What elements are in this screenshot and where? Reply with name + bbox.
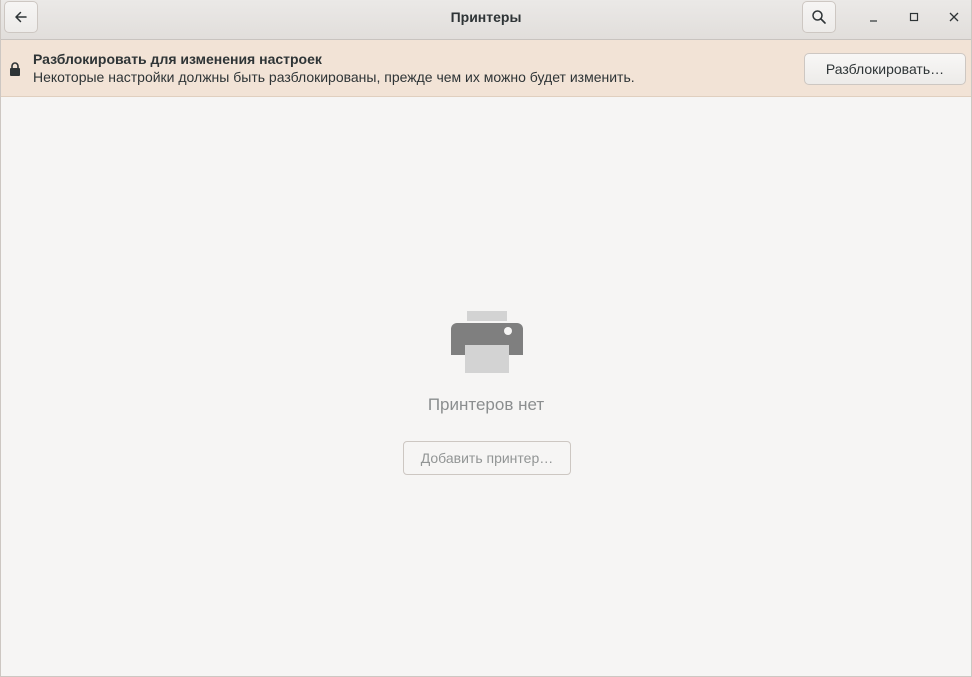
- maximize-icon: [909, 12, 919, 22]
- infobar-title: Разблокировать для изменения настроек: [33, 51, 322, 67]
- header-bar: Принтеры: [1, 0, 971, 40]
- printers-window: Принтеры Разблокировать для изменения на…: [0, 0, 972, 677]
- lock-icon: [10, 62, 20, 76]
- unlock-infobar: Разблокировать для изменения настроек Не…: [1, 40, 971, 97]
- maximize-button[interactable]: [901, 4, 927, 30]
- infobar-message: Некоторые настройки должны быть разблоки…: [33, 69, 635, 85]
- search-button[interactable]: [802, 1, 836, 33]
- close-button[interactable]: [941, 4, 967, 30]
- minimize-icon: [870, 20, 877, 22]
- close-icon: [949, 12, 959, 22]
- printer-icon: [451, 311, 523, 373]
- back-button[interactable]: [4, 1, 38, 33]
- unlock-button[interactable]: Разблокировать…: [804, 53, 966, 85]
- minimize-button[interactable]: [861, 4, 887, 30]
- add-printer-button[interactable]: Добавить принтер…: [403, 441, 571, 475]
- no-printers-label: Принтеров нет: [427, 395, 545, 414]
- search-icon: [812, 10, 826, 24]
- arrow-left-icon: [15, 11, 27, 23]
